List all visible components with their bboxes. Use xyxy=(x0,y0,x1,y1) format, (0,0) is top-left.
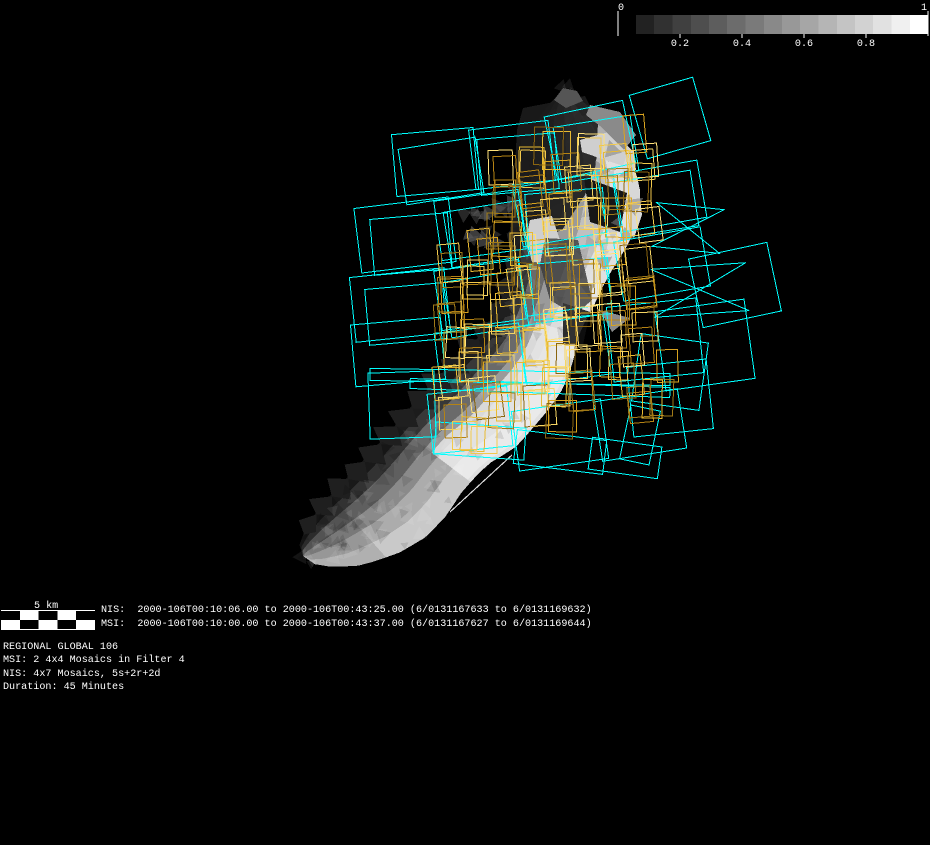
svg-text:NIS: 2000-106T00:10:06.00 to: NIS: 2000-106T00:10:06.00 to 2000-106T00… xyxy=(101,604,592,616)
svg-text:NIS: 4x7 Mosaics, 5s+2r+2d: NIS: 4x7 Mosaics, 5s+2r+2d xyxy=(3,668,161,680)
svg-text:MSI: 2 4x4 Mosaics in Filter 4: MSI: 2 4x4 Mosaics in Filter 4 xyxy=(3,654,185,666)
svg-text:REGIONAL GLOBAL 106: REGIONAL GLOBAL 106 xyxy=(3,642,118,653)
svg-text:5 km: 5 km xyxy=(34,600,58,612)
svg-text:MSI: 2000-106T00:10:00.00 to: MSI: 2000-106T00:10:00.00 to 2000-106T00… xyxy=(101,618,592,630)
svg-text:0.8: 0.8 xyxy=(857,39,875,50)
svg-text:0: 0 xyxy=(618,3,624,14)
svg-text:0.2: 0.2 xyxy=(671,39,689,50)
svg-text:0.6: 0.6 xyxy=(795,39,813,50)
svg-text:Duration: 45 Minutes: Duration: 45 Minutes xyxy=(3,681,124,693)
svg-text:1: 1 xyxy=(921,3,927,14)
svg-text:0.4: 0.4 xyxy=(733,39,751,50)
